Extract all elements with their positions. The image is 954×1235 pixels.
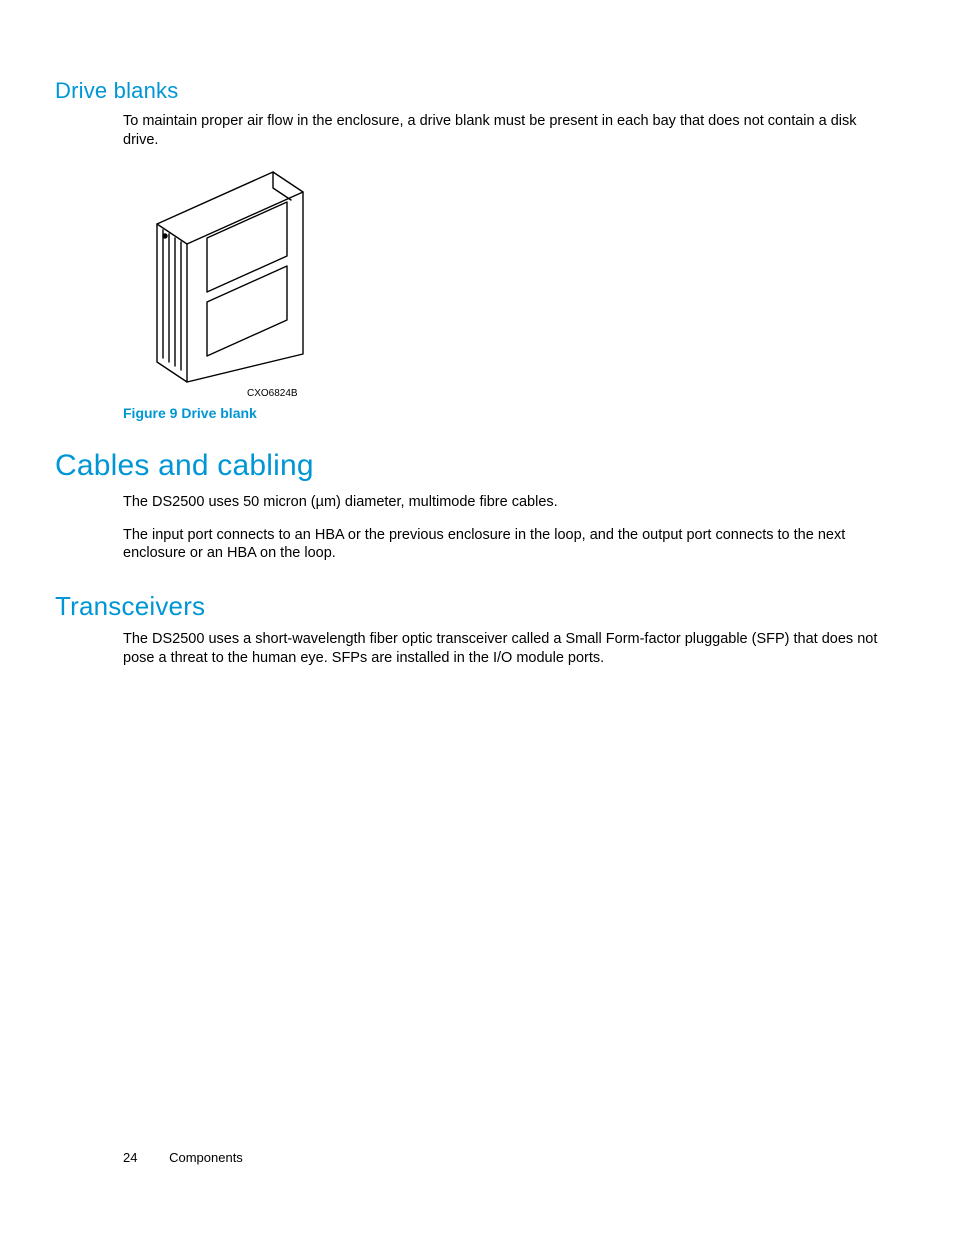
figure-code: CXO6824B: [123, 388, 899, 399]
figure-9-drive-blank: CXO6824B Figure 9 Drive blank: [55, 164, 899, 421]
heading-drive-blanks: Drive blanks: [55, 78, 899, 104]
section-transceivers: Transceivers The DS2500 uses a short-wav…: [55, 591, 899, 668]
body-transceivers: The DS2500 uses a short-wavelength fiber…: [55, 630, 899, 668]
page-number: 24: [123, 1150, 137, 1165]
drive-blank-icon: [123, 164, 313, 384]
section-drive-blanks: Drive blanks To maintain proper air flow…: [55, 78, 899, 421]
body-drive-blanks: To maintain proper air flow in the enclo…: [55, 112, 899, 150]
body-cables-2: The input port connects to an HBA or the…: [55, 526, 899, 564]
figure-caption: Figure 9 Drive blank: [123, 405, 899, 421]
body-cables-1: The DS2500 uses 50 micron (µm) diameter,…: [55, 493, 899, 512]
section-cables: Cables and cabling The DS2500 uses 50 mi…: [55, 449, 899, 564]
heading-transceivers: Transceivers: [55, 591, 899, 622]
heading-cables: Cables and cabling: [55, 449, 899, 483]
footer-section-name: Components: [169, 1150, 243, 1165]
page-footer: 24 Components: [123, 1150, 243, 1165]
